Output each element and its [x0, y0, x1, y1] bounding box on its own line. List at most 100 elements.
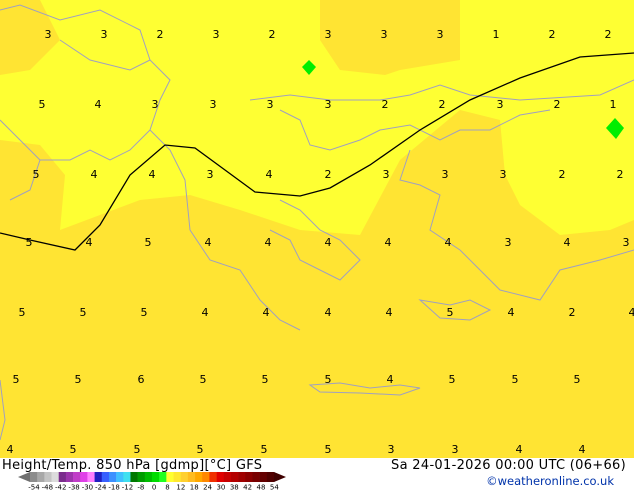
- scale-tick-label: 30: [216, 484, 225, 490]
- map-value-label: 4: [263, 306, 270, 319]
- map-value-label: 4: [325, 236, 332, 249]
- scale-swatch: [245, 472, 253, 482]
- map-value-label: 3: [325, 98, 332, 111]
- map-value-label: 5: [447, 306, 454, 319]
- scale-tick-label: -8: [137, 484, 144, 490]
- map-value-label: 4: [325, 306, 332, 319]
- scale-tick-label: -18: [108, 484, 119, 490]
- map-value-label: 5: [13, 373, 20, 386]
- map-value-label: 6: [138, 373, 145, 386]
- scale-tick-label: -48: [42, 484, 53, 490]
- map-value-label: 3: [381, 28, 388, 41]
- scale-swatch: [123, 472, 131, 482]
- scale-swatch: [108, 472, 117, 482]
- map-value-label: 2: [617, 168, 624, 181]
- map-value-label: 4: [385, 236, 392, 249]
- map-value-label: 3: [437, 28, 444, 41]
- map-value-label: 3: [213, 28, 220, 41]
- scale-swatch: [166, 472, 174, 482]
- scale-swatch: [101, 472, 110, 482]
- map-value-label: 5: [33, 168, 40, 181]
- scale-swatch: [159, 472, 167, 482]
- color-scale-legend: -54 -48 -42 -38 -30 -24 -18 -12 -8 0 8 12 18 24 30 38 42…: [18, 472, 286, 490]
- map-value-label: 2: [549, 28, 556, 41]
- scale-swatch: [80, 472, 88, 482]
- scale-swatch: [216, 472, 225, 482]
- map-value-label: 5: [75, 373, 82, 386]
- scale-swatch: [187, 472, 196, 482]
- map-value-label: 3: [152, 98, 159, 111]
- map-value-label: 4: [95, 98, 102, 111]
- map-value-label: 2: [569, 306, 576, 319]
- scale-swatch: [195, 472, 203, 482]
- credit-link[interactable]: ©weatheronline.co.uk: [486, 474, 614, 488]
- map-value-label: 3: [207, 168, 214, 181]
- scale-tick-label: 8: [165, 484, 169, 490]
- map-value-label: 4: [508, 306, 515, 319]
- map-value-label: 1: [493, 28, 500, 41]
- scale-arrow-right: [274, 472, 286, 482]
- map-value-label: 5: [39, 98, 46, 111]
- map-value-label: 2: [157, 28, 164, 41]
- scale-swatch: [180, 472, 189, 482]
- footer: Height/Temp. 850 hPa [gdmp][°C] GFS Sa 2…: [0, 458, 634, 490]
- scale-swatch: [73, 472, 81, 482]
- scale-tick-label: 12: [176, 484, 185, 490]
- map-value-label: 4: [266, 168, 273, 181]
- map-value-label: 5: [145, 236, 152, 249]
- scale-tick-label: 0: [152, 484, 156, 490]
- scale-tick-label: -12: [122, 484, 133, 490]
- scale-swatch: [223, 472, 232, 482]
- map-value-label: 4: [91, 168, 98, 181]
- map-value-label: 2: [559, 168, 566, 181]
- scale-swatch: [209, 472, 217, 482]
- scale-tick-label: 42: [243, 484, 252, 490]
- scale-swatch: [173, 472, 182, 482]
- map-value-label: 5: [70, 443, 77, 456]
- map-value-label: 5: [197, 443, 204, 456]
- map-value-label: 5: [325, 373, 332, 386]
- scale-tick-label: -42: [55, 484, 66, 490]
- scale-tick-label: 38: [230, 484, 239, 490]
- scale-swatch: [94, 472, 103, 482]
- map-value-label: 4: [265, 236, 272, 249]
- map-value-label: 5: [141, 306, 148, 319]
- scale-swatch: [238, 472, 246, 482]
- map-value-label: 3: [497, 98, 504, 111]
- map-value-label: 5: [134, 443, 141, 456]
- valid-datetime: Sa 24-01-2026 00:00 UTC (06+66): [391, 458, 626, 473]
- scale-swatch: [137, 472, 146, 482]
- scale-tick-label: 18: [190, 484, 199, 490]
- scale-swatch: [30, 472, 38, 482]
- map-value-label: 4: [7, 443, 14, 456]
- scale-tick-label: 54: [270, 484, 279, 490]
- scale-swatch: [266, 472, 275, 482]
- map-value-label: 3: [442, 168, 449, 181]
- map-value-label: 4: [149, 168, 156, 181]
- scale-tick-label: -30: [82, 484, 93, 490]
- scale-swatch: [58, 472, 67, 482]
- map-value-label: 3: [505, 236, 512, 249]
- scale-swatch: [130, 472, 138, 482]
- map-value-label: 5: [449, 373, 456, 386]
- map-value-label: 3: [383, 168, 390, 181]
- map-value-label: 2: [605, 28, 612, 41]
- map-value-label: 3: [623, 236, 630, 249]
- map-value-label: 3: [500, 168, 507, 181]
- scale-swatch: [37, 472, 45, 482]
- scale-swatch: [230, 472, 239, 482]
- map-value-label: 2: [269, 28, 276, 41]
- map-value-label: 3: [45, 28, 52, 41]
- map-value-label: 5: [261, 443, 268, 456]
- map-value-label: 4: [202, 306, 209, 319]
- map-value-label: 4: [205, 236, 212, 249]
- map-value-label: 5: [200, 373, 207, 386]
- map-value-label: 3: [267, 98, 274, 111]
- map-value-label: 3: [388, 443, 395, 456]
- map-value-label: 3: [325, 28, 332, 41]
- map-value-label: 4: [86, 236, 93, 249]
- scale-swatch: [252, 472, 260, 482]
- map-value-label: 2: [382, 98, 389, 111]
- map-value-label: 4: [579, 443, 586, 456]
- map-value-label: 2: [554, 98, 561, 111]
